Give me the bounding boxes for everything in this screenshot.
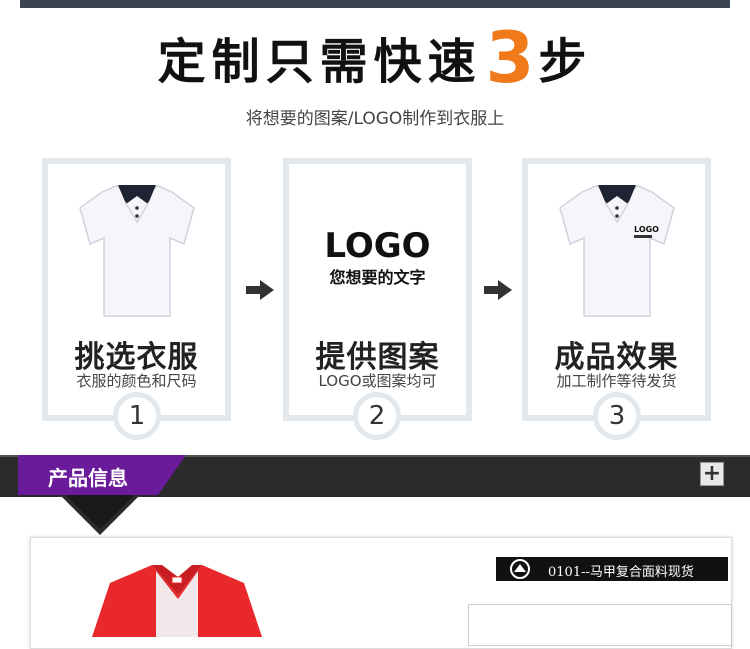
logo-sample-text: LOGO [324, 226, 431, 266]
product-tag-text: 0101--马甲复合面料现货 [548, 565, 694, 580]
polo-shirt-image [79, 185, 195, 317]
arrow-right-icon [246, 280, 274, 300]
logo-sample-subtext: 您想要的文字 [329, 268, 426, 287]
step-card-1: 挑选衣服 衣服的颜色和尺码 [42, 158, 231, 421]
page-subtitle: 将想要的图案/LOGO制作到衣服上 [245, 109, 505, 129]
section-pointer [60, 495, 140, 535]
step-number-2: 2 [353, 392, 401, 440]
product-detail-box [468, 604, 732, 646]
step-description: 加工制作等待发货 [556, 372, 677, 390]
headline-number: 3 [485, 17, 535, 99]
shirt-logo-print: LOGO [634, 225, 659, 234]
product-icon [510, 559, 530, 579]
top-banner-strip [20, 0, 730, 8]
headline-text: 定制只需快速 [157, 34, 482, 90]
step-number-1: 1 [113, 392, 161, 440]
headline-suffix: 步 [538, 34, 593, 90]
expand-button[interactable]: + [700, 462, 724, 486]
arrow-right-icon [484, 280, 512, 300]
polo-shirt-with-logo-image: LOGO [559, 185, 675, 317]
step-description: 衣服的颜色和尺码 [76, 372, 197, 390]
step-description: LOGO或图案均可 [318, 372, 437, 390]
step-number-3: 3 [593, 392, 641, 440]
section-title: 产品信息 [48, 466, 128, 490]
step-card-3: LOGO 成品效果 加工制作等待发货 [522, 158, 711, 421]
page-headline: 定制只需快速3步 [0, 18, 750, 102]
red-vest-image [92, 565, 262, 637]
step-card-2: LOGO 您想要的文字 提供图案 LOGO或图案均可 [283, 158, 472, 421]
